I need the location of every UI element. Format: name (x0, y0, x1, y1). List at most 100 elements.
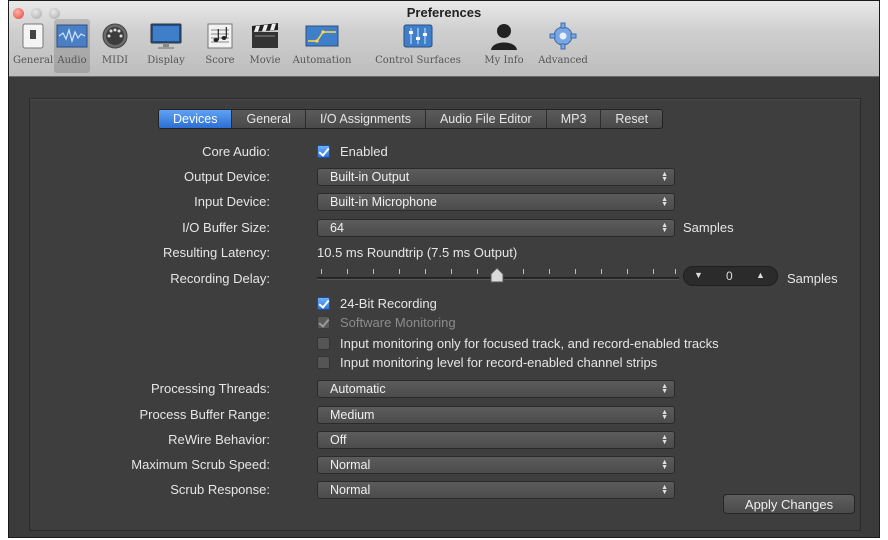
slider-tick (575, 269, 576, 274)
core-audio-checkbox[interactable] (317, 145, 330, 158)
toolbar-label-movie: Movie (249, 55, 281, 66)
core-audio-label: Core Audio: (202, 144, 270, 159)
audio-waveform-icon (56, 24, 88, 48)
software-monitoring-label: Software Monitoring (340, 315, 456, 330)
devices-panel: Devices General I/O Assignments Audio Fi… (29, 98, 861, 531)
tab-devices[interactable]: Devices (159, 110, 232, 128)
tab-mp3[interactable]: MP3 (545, 110, 601, 128)
toolbar-label-audio: Audio (57, 55, 87, 66)
recording-delay-label: Recording Delay: (170, 271, 270, 286)
stepper-up-icon[interactable]: ▲ (756, 270, 765, 280)
toolbar-item-audio[interactable]: Audio (54, 19, 90, 73)
checkbox-row-input-monitoring-level[interactable]: Input monitoring level for record-enable… (317, 355, 657, 370)
24-bit-recording-checkbox[interactable] (317, 297, 330, 310)
scrub-response-value: Normal (330, 483, 371, 497)
toolbar-item-movie[interactable]: Movie (245, 19, 285, 73)
resulting-latency-label: Resulting Latency: (163, 245, 270, 260)
maximum-scrub-speed-label: Maximum Scrub Speed: (131, 457, 270, 472)
input-device-value: Built-in Microphone (330, 195, 437, 209)
input-monitoring-focused-label: Input monitoring only for focused track,… (340, 336, 719, 351)
slider-tick (347, 269, 348, 274)
toolbar-label-midi: MIDI (101, 55, 129, 66)
select-arrows-icon: ▲ ▼ (661, 383, 668, 395)
toolbar-label-advanced: Advanced (538, 55, 588, 66)
midi-connector-icon (102, 23, 128, 49)
toolbar-label-general: General (13, 55, 54, 66)
checkbox-row-input-monitoring-focused[interactable]: Input monitoring only for focused track,… (317, 336, 719, 351)
maximum-scrub-speed-select[interactable]: Normal ▲ ▼ (317, 456, 675, 474)
toolbar-item-my-info[interactable]: My Info (479, 19, 529, 73)
io-buffer-size-label: I/O Buffer Size: (182, 220, 270, 235)
processing-threads-label: Processing Threads: (151, 381, 270, 396)
tab-io-assignments[interactable]: I/O Assignments (304, 110, 425, 128)
output-device-select[interactable]: Built-in Output ▲ ▼ (317, 168, 675, 186)
input-device-label: Input Device: (194, 194, 270, 209)
io-buffer-size-select[interactable]: 64 ▲ ▼ (317, 219, 675, 237)
toolbar-label-control-surfaces: Control Surfaces (375, 55, 461, 66)
toolbar-item-midi[interactable]: MIDI (95, 19, 135, 73)
control-surfaces-mixer-icon (403, 24, 433, 48)
select-arrows-icon: ▲ ▼ (661, 459, 668, 471)
title-bar: Preferences General Audio MIDI Display S… (9, 1, 879, 77)
slider-tick (549, 269, 550, 274)
select-arrows-icon: ▲ ▼ (661, 434, 668, 446)
score-notes-icon (207, 23, 233, 49)
slider-knob[interactable] (490, 267, 504, 283)
rewire-behavior-value: Off (330, 433, 347, 447)
select-arrows-icon: ▲ ▼ (661, 196, 668, 208)
checkbox-row-software-monitoring: Software Monitoring (317, 315, 456, 330)
select-arrows-icon: ▲ ▼ (661, 484, 668, 496)
output-device-value: Built-in Output (330, 170, 410, 184)
slider-tick (523, 269, 524, 274)
input-device-select[interactable]: Built-in Microphone ▲ ▼ (317, 193, 675, 211)
output-device-label: Output Device: (184, 169, 270, 184)
checkbox-row-24-bit-recording[interactable]: 24-Bit Recording (317, 296, 437, 311)
io-buffer-size-suffix: Samples (683, 220, 734, 235)
24-bit-recording-label: 24-Bit Recording (340, 296, 437, 311)
select-arrows-icon: ▲ ▼ (661, 222, 668, 234)
select-arrows-icon: ▲ ▼ (661, 171, 668, 183)
scrub-response-select[interactable]: Normal ▲ ▼ (317, 481, 675, 499)
toolbar-label-my-info: My Info (484, 55, 524, 66)
process-buffer-range-select[interactable]: Medium ▲ ▼ (317, 406, 675, 424)
input-monitoring-level-checkbox[interactable] (317, 356, 330, 369)
software-monitoring-checkbox (317, 316, 330, 329)
toolbar-item-control-surfaces[interactable]: Control Surfaces (359, 19, 477, 73)
input-monitoring-level-label: Input monitoring level for record-enable… (340, 355, 658, 370)
processing-threads-select[interactable]: Automatic ▲ ▼ (317, 380, 675, 398)
slider-tick (399, 269, 400, 274)
slider-tick (675, 269, 676, 274)
input-monitoring-focused-checkbox[interactable] (317, 337, 330, 350)
scrub-response-label: Scrub Response: (170, 482, 270, 497)
maximum-scrub-speed-value: Normal (330, 458, 371, 472)
toolbar-item-advanced[interactable]: Advanced (533, 19, 593, 73)
recording-delay-value: 0 (726, 269, 733, 283)
slider-tick (321, 269, 322, 274)
core-audio-checkbox-row[interactable]: Enabled (317, 144, 388, 159)
slider-tick (373, 269, 374, 274)
select-arrows-icon: ▲ ▼ (661, 409, 668, 421)
io-buffer-size-value: 64 (330, 221, 344, 235)
movie-clapper-icon (252, 23, 278, 48)
content-area: Devices General I/O Assignments Audio Fi… (9, 78, 879, 537)
core-audio-enabled-label: Enabled (340, 144, 388, 159)
toolbar-item-general[interactable]: General (13, 19, 53, 73)
rewire-behavior-label: ReWire Behavior: (168, 432, 270, 447)
toolbar-item-score[interactable]: Score (197, 19, 243, 73)
gear-icon (549, 22, 577, 50)
tab-audio-file-editor[interactable]: Audio File Editor (424, 110, 546, 128)
stepper-down-icon[interactable]: ▼ (694, 270, 703, 280)
apply-changes-button[interactable]: Apply Changes (723, 494, 855, 514)
tab-reset[interactable]: Reset (600, 110, 662, 128)
process-buffer-range-value: Medium (330, 408, 375, 422)
toolbar-label-automation: Automation (292, 55, 352, 66)
toolbar-item-automation[interactable]: Automation (287, 19, 357, 73)
processing-threads-value: Automatic (330, 382, 386, 396)
toolbar-item-display[interactable]: Display (139, 19, 193, 73)
slider-tick (477, 269, 478, 274)
rewire-behavior-select[interactable]: Off ▲ ▼ (317, 431, 675, 449)
toolbar-label-score: Score (205, 55, 235, 66)
slider-tick (627, 269, 628, 274)
recording-delay-stepper[interactable]: ▼ 0 ▲ (683, 266, 778, 286)
tab-general[interactable]: General (231, 110, 304, 128)
